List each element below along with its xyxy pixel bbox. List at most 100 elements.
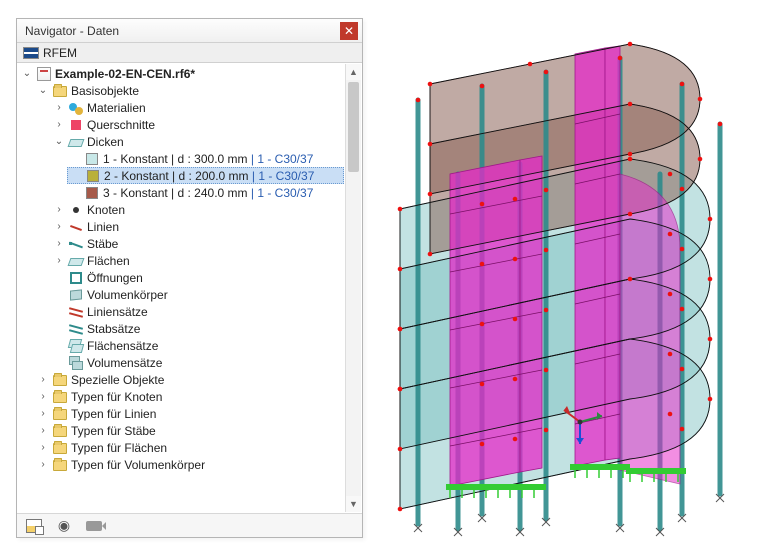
- line-icon: [69, 220, 83, 234]
- new-window-icon: [26, 519, 42, 533]
- tree-label: Stäbe: [87, 237, 118, 251]
- tree-item-volumenkoerper[interactable]: Volumenkörper: [51, 286, 344, 303]
- tree-item-thickness-3[interactable]: 3 - Konstant | d : 240.0 mm | 1 - C30/37: [67, 184, 344, 201]
- tree-item-typen-linien[interactable]: › Typen für Linien: [35, 405, 344, 422]
- tree-label: Liniensätze: [87, 305, 148, 319]
- tree-item-thickness-2[interactable]: 2 - Konstant | d : 200.0 mm | 1 - C30/37: [67, 167, 344, 184]
- titlebar: Navigator - Daten ✕: [17, 19, 362, 43]
- tree-item-volumensaetze[interactable]: Volumensätze: [51, 354, 344, 371]
- chevron-right-icon[interactable]: ›: [37, 374, 49, 386]
- tree-label: Querschnitte: [87, 118, 155, 132]
- scroll-thumb[interactable]: [348, 82, 359, 172]
- chevron-right-icon[interactable]: ›: [37, 408, 49, 420]
- tree-label: Typen für Flächen: [71, 441, 167, 455]
- tree-item-flaechen[interactable]: › Flächen: [51, 252, 344, 269]
- tree-item-flaechensaetze[interactable]: Flächensätze: [51, 337, 344, 354]
- folder-icon: [53, 375, 67, 386]
- color-swatch-icon: [86, 153, 98, 165]
- tree-root-file[interactable]: ⌄ Example-02-EN-CEN.rf6*: [19, 65, 344, 82]
- tree-item-linien[interactable]: › Linien: [51, 218, 344, 235]
- materials-icon: [69, 101, 83, 115]
- tree-item-typen-staebe[interactable]: › Typen für Stäbe: [35, 422, 344, 439]
- chevron-right-icon[interactable]: ›: [37, 442, 49, 454]
- surface-icon: [68, 258, 85, 266]
- chevron-right-icon[interactable]: ›: [53, 238, 65, 250]
- app-row: RFEM: [17, 43, 362, 63]
- tree-item-basisobjekte[interactable]: ⌄ Basisobjekte: [35, 82, 344, 99]
- tree: ⌄ Example-02-EN-CEN.rf6* ⌄ Basisobjekte: [17, 63, 344, 513]
- model-render: [370, 14, 760, 544]
- window-title: Navigator - Daten: [25, 24, 340, 38]
- tree-label: 2 - Konstant | d : 200.0 mm | 1 - C30/37: [104, 169, 314, 183]
- tree-container: ⌄ Example-02-EN-CEN.rf6* ⌄ Basisobjekte: [17, 63, 362, 513]
- tree-label: Dicken: [87, 135, 124, 149]
- chevron-down-icon[interactable]: ⌄: [53, 136, 65, 148]
- tree-label: Spezielle Objekte: [71, 373, 164, 387]
- chevron-right-icon[interactable]: ›: [37, 459, 49, 471]
- tree-item-liniensaetze[interactable]: Liniensätze: [51, 303, 344, 320]
- chevron-right-icon[interactable]: ›: [53, 255, 65, 267]
- tree-label: Example-02-EN-CEN.rf6*: [55, 67, 195, 81]
- tree-label: Öffnungen: [87, 271, 143, 285]
- solid-icon: [70, 289, 82, 300]
- camera-button[interactable]: [85, 517, 103, 535]
- chevron-down-icon[interactable]: ⌄: [21, 68, 33, 80]
- memberset-icon: [69, 322, 83, 336]
- chevron-down-icon[interactable]: ⌄: [37, 85, 49, 97]
- folder-icon: [53, 426, 67, 437]
- tree-label: Basisobjekte: [71, 84, 139, 98]
- tree-item-materialien[interactable]: › Materialien: [51, 99, 344, 116]
- tree-item-dicken[interactable]: ⌄ Dicken: [51, 133, 344, 150]
- tree-item-typen-knoten[interactable]: › Typen für Knoten: [35, 388, 344, 405]
- tree-label: Knoten: [87, 203, 125, 217]
- solidset-icon: [69, 356, 83, 370]
- color-swatch-icon: [87, 170, 99, 182]
- tree-item-stabsaetze[interactable]: Stabsätze: [51, 320, 344, 337]
- tree-item-staebe[interactable]: › Stäbe: [51, 235, 344, 252]
- new-window-button[interactable]: [25, 517, 43, 535]
- tree-item-oeffnungen[interactable]: Öffnungen: [51, 269, 344, 286]
- chevron-right-icon[interactable]: ›: [37, 391, 49, 403]
- app-name: RFEM: [43, 46, 77, 60]
- node-icon: [73, 207, 79, 213]
- scroll-up-icon[interactable]: ▲: [346, 64, 361, 80]
- thickness-icon: [68, 139, 85, 147]
- tree-label: Typen für Linien: [71, 407, 156, 421]
- visibility-button[interactable]: ◉: [55, 517, 73, 535]
- chevron-right-icon[interactable]: ›: [53, 221, 65, 233]
- chevron-right-icon[interactable]: ›: [53, 204, 65, 216]
- chevron-right-icon[interactable]: ›: [53, 102, 65, 114]
- tree-label: 1 - Konstant | d : 300.0 mm | 1 - C30/37: [103, 152, 313, 166]
- chevron-right-icon[interactable]: ›: [37, 425, 49, 437]
- eye-icon: ◉: [58, 517, 70, 534]
- folder-icon: [53, 86, 67, 97]
- color-swatch-icon: [86, 187, 98, 199]
- camera-icon: [86, 521, 102, 531]
- vertical-scrollbar[interactable]: ▲ ▼: [345, 64, 361, 512]
- member-icon: [69, 237, 83, 251]
- close-button[interactable]: ✕: [340, 22, 358, 40]
- tree-label: Linien: [87, 220, 119, 234]
- tree-label: Volumensätze: [87, 356, 162, 370]
- chevron-right-icon[interactable]: ›: [53, 119, 65, 131]
- tree-item-typen-volumenkoerper[interactable]: › Typen für Volumenkörper: [35, 456, 344, 473]
- tree-item-knoten[interactable]: › Knoten: [51, 201, 344, 218]
- folder-icon: [53, 409, 67, 420]
- tree-label: 3 - Konstant | d : 240.0 mm | 1 - C30/37: [103, 186, 313, 200]
- section-icon: [71, 120, 81, 130]
- opening-icon: [70, 272, 82, 284]
- tree-item-querschnitte[interactable]: › Querschnitte: [51, 116, 344, 133]
- model-viewport[interactable]: [370, 14, 760, 544]
- lineset-icon: [69, 305, 83, 319]
- tree-item-thickness-1[interactable]: 1 - Konstant | d : 300.0 mm | 1 - C30/37: [67, 150, 344, 167]
- folder-icon: [53, 460, 67, 471]
- tree-label: Typen für Volumenkörper: [71, 458, 205, 472]
- file-icon: [37, 67, 51, 81]
- tree-label: Typen für Knoten: [71, 390, 162, 404]
- tree-item-spezielle-objekte[interactable]: › Spezielle Objekte: [35, 371, 344, 388]
- tree-label: Typen für Stäbe: [71, 424, 156, 438]
- scroll-down-icon[interactable]: ▼: [346, 496, 361, 512]
- close-icon: ✕: [344, 25, 354, 37]
- folder-icon: [53, 392, 67, 403]
- tree-item-typen-flaechen[interactable]: › Typen für Flächen: [35, 439, 344, 456]
